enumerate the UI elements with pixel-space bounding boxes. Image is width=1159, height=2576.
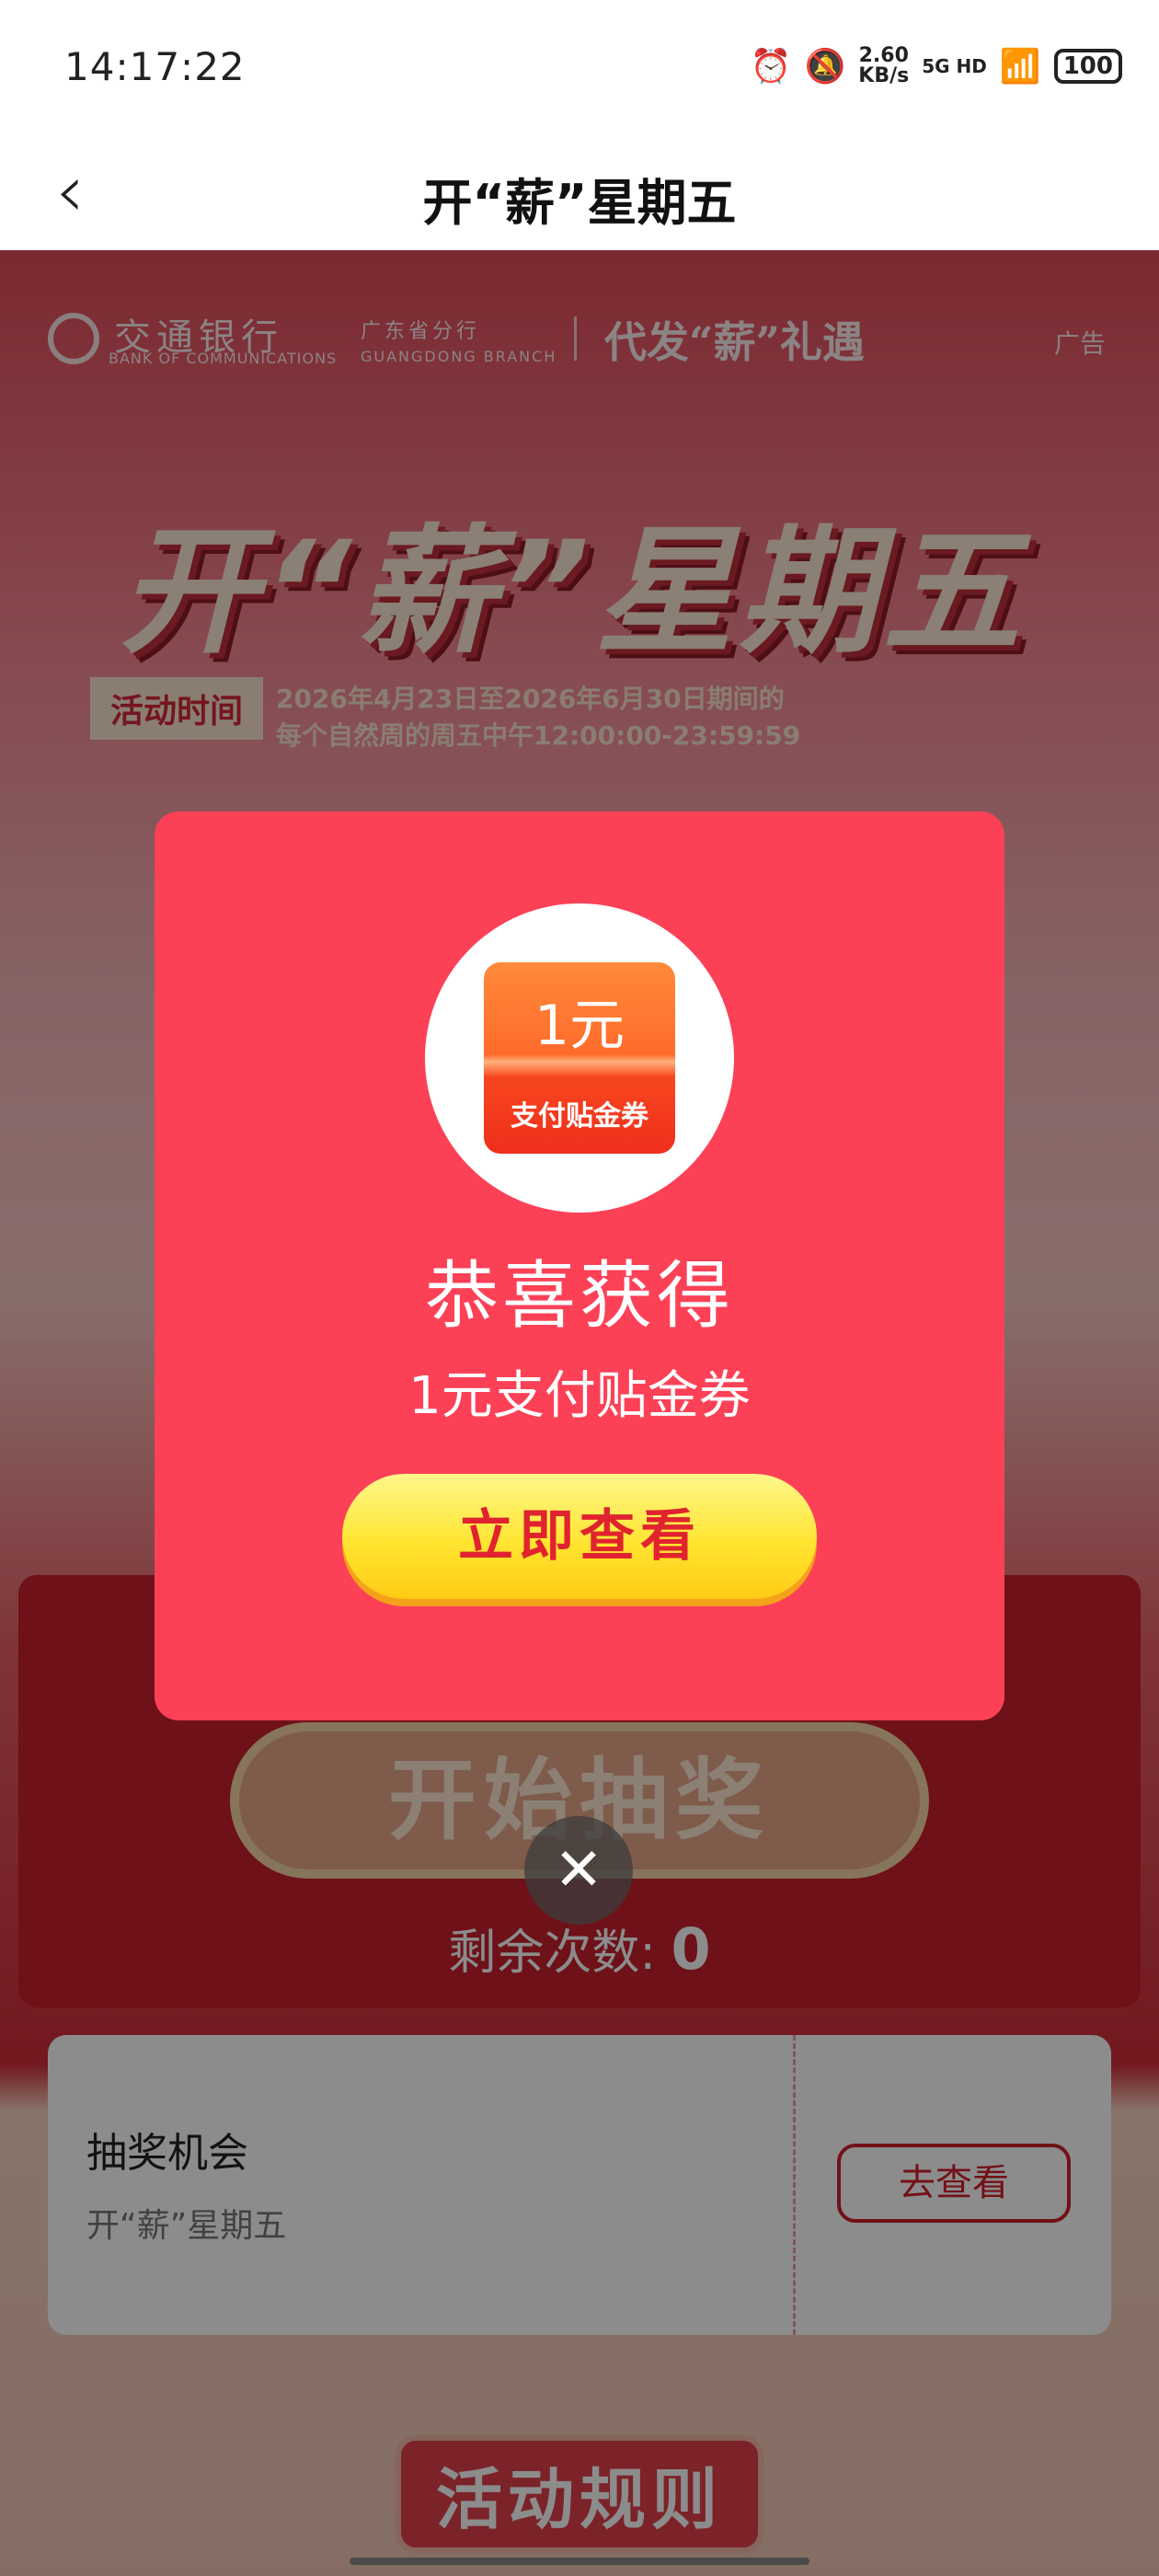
speed-unit: KB/s	[858, 64, 910, 87]
status-time: 14:17:22	[64, 44, 246, 89]
battery-icon: 100	[1053, 49, 1122, 84]
page-title: 开“薪”星期五	[422, 174, 737, 232]
status-icons: ⏰ 🔕 2.60 KB/s 5G HD 📶 100	[751, 46, 1122, 86]
mute-icon: 🔕	[804, 48, 846, 86]
view-now-button[interactable]: 立即查看	[342, 1474, 817, 1599]
nav-bar: ‹ 开“薪”星期五	[0, 138, 1159, 252]
status-bar: 14:17:22 ⏰ 🔕 2.60 KB/s 5G HD 📶 100	[0, 0, 1159, 138]
prize-modal: 1元 支付贴金券 恭喜获得 1元支付贴金券 立即查看	[155, 811, 1004, 1720]
congrats-heading: 恭喜获得	[425, 1253, 734, 1339]
signal-icon: 5G HD	[922, 55, 987, 77]
close-icon[interactable]: ✕	[524, 1816, 633, 1925]
prize-description: 1元支付贴金券	[408, 1366, 751, 1426]
coupon-type: 支付贴金券	[511, 1100, 648, 1133]
alarm-icon: ⏰	[750, 48, 792, 86]
coupon-icon: 1元 支付贴金券	[484, 962, 675, 1154]
prize-icon-circle: 1元 支付贴金券	[425, 903, 734, 1213]
network-speed: 2.60 KB/s	[858, 46, 909, 86]
wifi-icon: 📶	[999, 48, 1041, 86]
coupon-amount: 1元	[534, 994, 625, 1058]
